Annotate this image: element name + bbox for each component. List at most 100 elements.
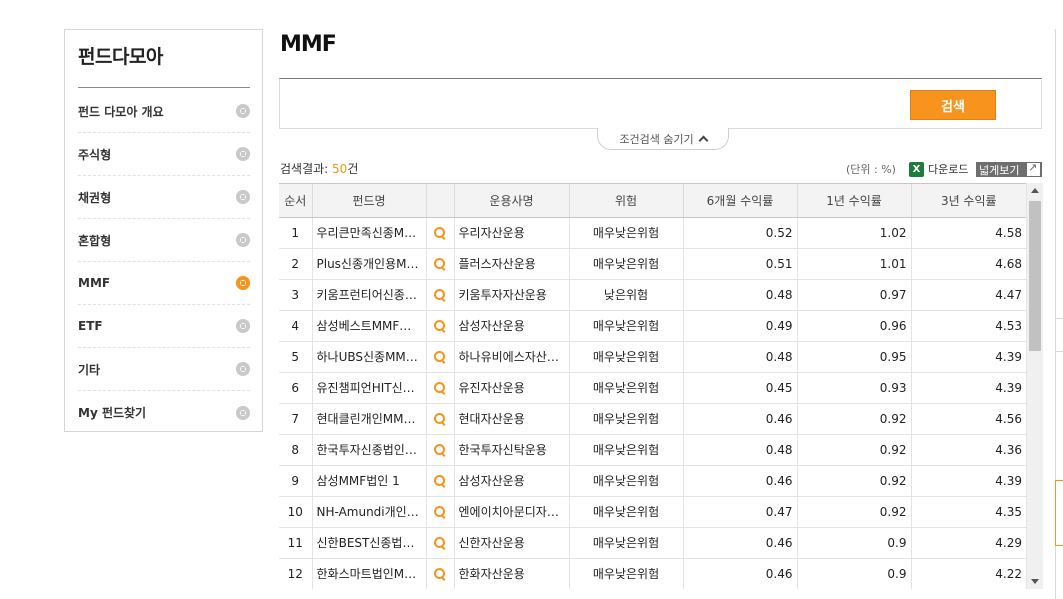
sidebar-item-mmf[interactable]: MMF bbox=[78, 262, 250, 305]
detail-cell[interactable] bbox=[426, 372, 455, 404]
manager-name: 플러스자산운용 bbox=[454, 248, 570, 280]
sidebar-item-hybrid[interactable]: 혼합형 bbox=[78, 219, 250, 262]
return-6m: 0.52 bbox=[683, 217, 798, 249]
row-number: 2 bbox=[279, 248, 313, 280]
scroll-up-arrow-icon[interactable] bbox=[1031, 188, 1039, 193]
divider bbox=[78, 87, 250, 88]
col-header-return-1y[interactable]: 1년 수익률 bbox=[797, 184, 912, 218]
risk-level: 매우낮은위험 bbox=[569, 341, 684, 373]
col-header-return-3y[interactable]: 3년 수익률 bbox=[911, 184, 1026, 218]
table-row[interactable]: 5 하나UBS신종MM… 하나유비에스자산… 매우낮은위험 0.48 0.95 4.39 bbox=[279, 341, 1026, 373]
magnifier-icon[interactable] bbox=[434, 506, 446, 518]
return-6m: 0.48 bbox=[683, 279, 798, 311]
table-row[interactable]: 2 Plus신종개인용M… 플러스자산운용 매우낮은위험 0.51 1.01 4.68 bbox=[279, 248, 1026, 280]
fund-name-link[interactable]: 하나UBS신종MM… bbox=[312, 341, 427, 373]
detail-cell[interactable] bbox=[426, 217, 455, 249]
fund-name-link[interactable]: 한화스마트법인M… bbox=[312, 558, 427, 589]
detail-cell[interactable] bbox=[426, 496, 455, 528]
table-row[interactable]: 9 삼성MMF법인 1 삼성자산운용 매우낮은위험 0.46 0.92 4.39 bbox=[279, 465, 1026, 497]
table-row[interactable]: 10 NH-Amundi개인… 엔에이치아문디자… 매우낮은위험 0.47 0.92 4.3… bbox=[279, 496, 1026, 528]
table-row[interactable]: 6 유진챔피언HIT신… 유진자산운용 매우낮은위험 0.45 0.93 4.39 bbox=[279, 372, 1026, 404]
magnifier-icon[interactable] bbox=[434, 258, 446, 270]
detail-cell[interactable] bbox=[426, 341, 455, 373]
expand-icon bbox=[1026, 161, 1041, 177]
row-number: 3 bbox=[279, 279, 313, 311]
magnifier-icon[interactable] bbox=[434, 537, 446, 549]
return-1y: 0.92 bbox=[797, 465, 912, 497]
detail-cell[interactable] bbox=[426, 434, 455, 466]
risk-level: 매우낮은위험 bbox=[569, 465, 684, 497]
sidebar-item-other[interactable]: 기타 bbox=[78, 348, 250, 391]
detail-cell[interactable] bbox=[426, 310, 455, 342]
wide-view-button[interactable]: 넓게보기 bbox=[976, 161, 1042, 177]
detail-cell[interactable] bbox=[426, 465, 455, 497]
detail-cell[interactable] bbox=[426, 403, 455, 435]
magnifier-icon[interactable] bbox=[434, 444, 446, 456]
row-number: 9 bbox=[279, 465, 313, 497]
sidebar-item-overview[interactable]: 펀드 다모아 개요 bbox=[78, 90, 250, 133]
magnifier-icon[interactable] bbox=[434, 475, 446, 487]
fund-name-link[interactable]: 유진챔피언HIT신… bbox=[312, 372, 427, 404]
risk-level: 매우낮은위험 bbox=[569, 496, 684, 528]
magnifier-icon[interactable] bbox=[434, 568, 446, 580]
manager-name: 유진자산운용 bbox=[454, 372, 570, 404]
detail-cell[interactable] bbox=[426, 279, 455, 311]
return-3y: 4.35 bbox=[911, 496, 1026, 528]
fund-name-link[interactable]: 신한BEST신종법… bbox=[312, 527, 427, 559]
table-row[interactable]: 7 현대클린개인MM… 현대자산운용 매우낮은위험 0.46 0.92 4.56 bbox=[279, 403, 1026, 435]
table-scrollbar[interactable] bbox=[1026, 183, 1043, 589]
col-header-fund-name[interactable]: 펀드명 bbox=[312, 184, 427, 218]
scroll-down-arrow-icon[interactable] bbox=[1031, 579, 1039, 584]
risk-level: 매우낮은위험 bbox=[569, 527, 684, 559]
magnifier-icon[interactable] bbox=[434, 351, 446, 363]
manager-name: 현대자산운용 bbox=[454, 403, 570, 435]
fund-name-link[interactable]: 키움프런티어신종… bbox=[312, 279, 427, 311]
col-header-manager[interactable]: 운용사명 bbox=[454, 184, 570, 218]
table-row[interactable]: 8 한국투자신종법인… 한국투자신탁운용 매우낮은위험 0.48 0.92 4.36 bbox=[279, 434, 1026, 466]
return-6m: 0.46 bbox=[683, 558, 798, 589]
col-header-risk[interactable]: 위험 bbox=[569, 184, 684, 218]
sidebar-item-etf[interactable]: ETF bbox=[78, 305, 250, 348]
magnifier-icon[interactable] bbox=[434, 289, 446, 301]
right-edge-highlight-box bbox=[1055, 480, 1063, 546]
sidebar-item-equity[interactable]: 주식형 bbox=[78, 133, 250, 176]
table-row[interactable]: 12 한화스마트법인M… 한화자산운용 매우낮은위험 0.46 0.9 4.22 bbox=[279, 558, 1026, 589]
table-row[interactable]: 11 신한BEST신종법… 신한자산운용 매우낮은위험 0.46 0.9 4.29 bbox=[279, 527, 1026, 559]
scroll-thumb[interactable] bbox=[1029, 201, 1041, 351]
magnifier-icon[interactable] bbox=[434, 227, 446, 239]
sidebar-item-bond[interactable]: 채권형 bbox=[78, 176, 250, 219]
col-header-return-6m[interactable]: 6개월 수익률 bbox=[683, 184, 798, 218]
detail-cell[interactable] bbox=[426, 558, 455, 589]
return-1y: 1.02 bbox=[797, 217, 912, 249]
sidebar-item-label: ETF bbox=[78, 319, 103, 333]
bullet-icon bbox=[236, 362, 250, 376]
sidebar-item-label: 펀드 다모아 개요 bbox=[78, 104, 164, 119]
table-row[interactable]: 3 키움프런티어신종… 키움투자자산운용 낮은위험 0.48 0.97 4.47 bbox=[279, 279, 1026, 311]
return-1y: 0.92 bbox=[797, 496, 912, 528]
download-button[interactable]: X 다운로드 bbox=[909, 161, 968, 177]
fund-name-link[interactable]: NH-Amundi개인… bbox=[312, 496, 427, 528]
table-row[interactable]: 1 우리큰만족신종M… 우리자산운용 매우낮은위험 0.52 1.02 4.58 bbox=[279, 217, 1026, 249]
col-header-no[interactable]: 순서 bbox=[279, 184, 313, 218]
download-label: 다운로드 bbox=[928, 163, 969, 176]
risk-level: 낮은위험 bbox=[569, 279, 684, 311]
sidebar-title: 펀드다모아 bbox=[78, 46, 163, 68]
detail-cell[interactable] bbox=[426, 248, 455, 280]
bullet-icon bbox=[236, 405, 250, 420]
search-button[interactable]: 검색 bbox=[910, 90, 996, 120]
table-row[interactable]: 4 삼성베스트MMF… 삼성자산운용 매우낮은위험 0.49 0.96 4.53 bbox=[279, 310, 1026, 342]
sidebar-item-my-fund[interactable]: My 펀드찾기 bbox=[78, 391, 250, 434]
bullet-icon bbox=[236, 319, 250, 333]
magnifier-icon[interactable] bbox=[434, 320, 446, 332]
magnifier-icon[interactable] bbox=[434, 413, 446, 425]
fund-name-link[interactable]: 삼성MMF법인 1 bbox=[312, 465, 427, 497]
magnifier-icon[interactable] bbox=[434, 382, 446, 394]
manager-name: 하나유비에스자산… bbox=[454, 341, 570, 373]
hide-conditions-toggle[interactable]: 조건검색 숨기기 bbox=[597, 128, 729, 150]
detail-cell[interactable] bbox=[426, 527, 455, 559]
fund-name-link[interactable]: 한국투자신종법인… bbox=[312, 434, 427, 466]
fund-name-link[interactable]: 삼성베스트MMF… bbox=[312, 310, 427, 342]
fund-name-link[interactable]: 우리큰만족신종M… bbox=[312, 217, 427, 249]
fund-name-link[interactable]: 현대클린개인MM… bbox=[312, 403, 427, 435]
fund-name-link[interactable]: Plus신종개인용M… bbox=[312, 248, 427, 280]
